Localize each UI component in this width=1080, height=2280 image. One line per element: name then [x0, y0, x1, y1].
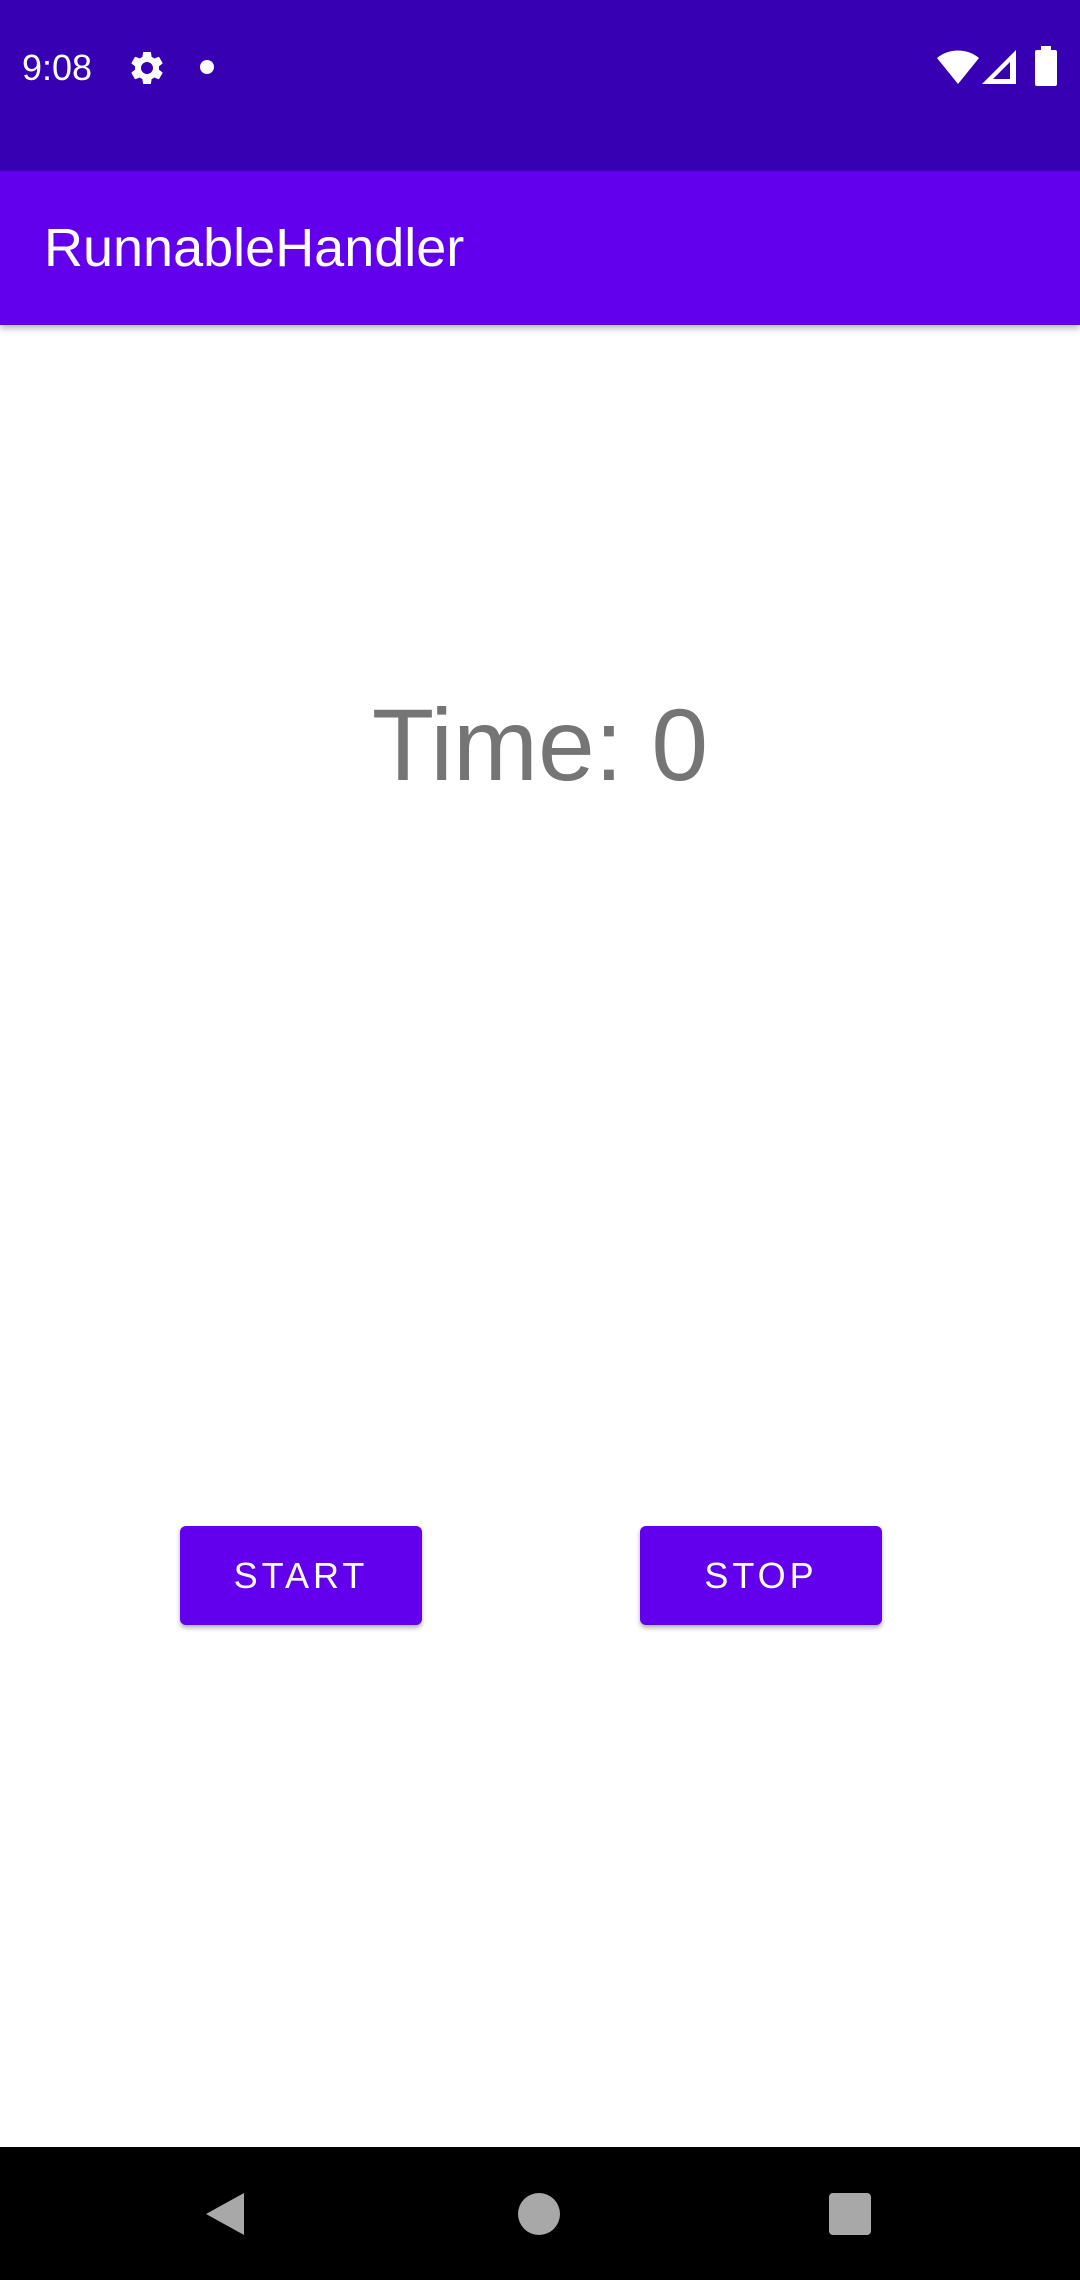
signal-icon — [980, 48, 1018, 86]
status-time: 9:08 — [22, 47, 93, 88]
app-bar: RunnableHandler — [0, 171, 1080, 325]
screen: 9:08 RunnableHandler Time: 0 START STOP — [0, 0, 1080, 2280]
navigation-bar — [0, 2147, 1080, 2280]
notification-dot-icon — [200, 60, 214, 74]
wifi-icon — [936, 48, 980, 86]
start-button[interactable]: START — [180, 1526, 422, 1625]
time-label: Time: 0 — [371, 688, 709, 802]
app-title: RunnableHandler — [44, 218, 465, 278]
stop-button[interactable]: STOP — [640, 1526, 882, 1625]
status-bar: 9:08 — [0, 0, 1080, 171]
home-icon[interactable] — [518, 2193, 560, 2235]
battery-icon — [1034, 46, 1058, 86]
gear-icon — [127, 48, 167, 88]
back-icon[interactable] — [204, 2191, 250, 2237]
recents-icon[interactable] — [829, 2193, 871, 2235]
